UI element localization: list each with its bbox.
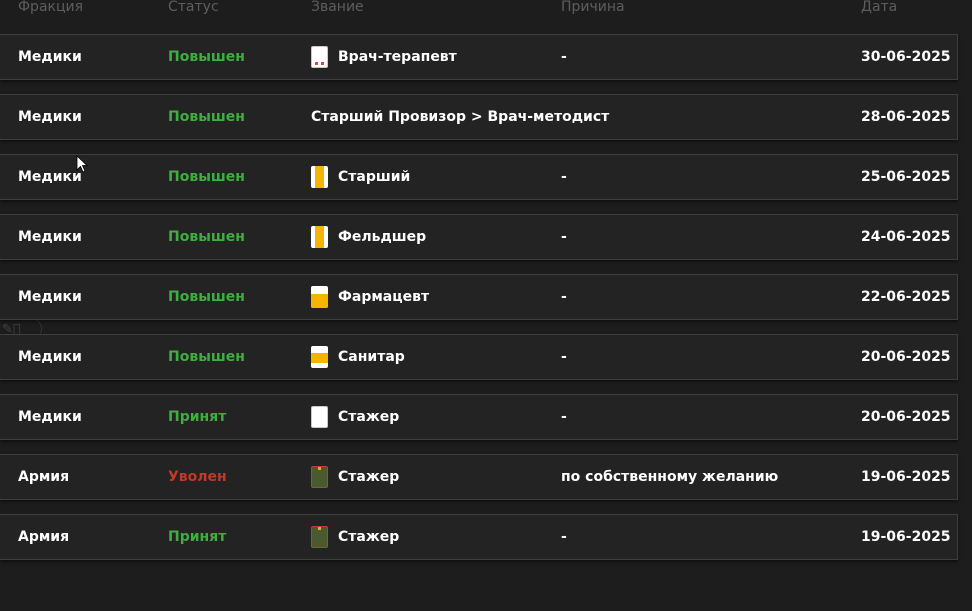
rank-badge-icon bbox=[311, 286, 328, 308]
date-cell: 22-06-2025 bbox=[861, 289, 951, 305]
rank-label: Стажер bbox=[338, 469, 400, 485]
faction-cell: Медики bbox=[18, 49, 82, 65]
rank-label: Врач-терапевт bbox=[338, 49, 457, 65]
rank-cell: Стажер bbox=[311, 395, 399, 439]
rank-label: Старший bbox=[338, 169, 411, 185]
date-cell: 20-06-2025 bbox=[861, 409, 951, 425]
rank-cell: Стажер bbox=[311, 515, 399, 559]
rank-badge-icon bbox=[311, 466, 328, 488]
date-cell: 19-06-2025 bbox=[861, 529, 951, 545]
rank-badge-icon bbox=[311, 46, 328, 68]
date-cell: 19-06-2025 bbox=[861, 469, 951, 485]
status-cell: Повышен bbox=[168, 349, 245, 365]
history-page: Фракция Статус Звание Причина Дата ✎⃠ Ме… bbox=[0, 0, 972, 611]
status-cell: Принят bbox=[168, 409, 227, 425]
header-status: Статус bbox=[168, 0, 219, 15]
rank-label: Фельдшер bbox=[338, 229, 427, 245]
date-cell: 25-06-2025 bbox=[861, 169, 951, 185]
faction-cell: Медики bbox=[18, 289, 82, 305]
reason-cell: - bbox=[561, 349, 567, 365]
status-cell: Повышен bbox=[168, 109, 245, 125]
rank-label: Стажер bbox=[338, 409, 400, 425]
rank-cell: Старший bbox=[311, 155, 410, 199]
table-row: Медики Повышен Врач-терапевт - 30-06-202… bbox=[0, 34, 958, 80]
mouse-cursor-icon bbox=[76, 155, 89, 173]
reason-cell: - bbox=[561, 409, 567, 425]
table-row: Медики Принят Стажер - 20-06-2025 bbox=[0, 394, 958, 440]
reason-cell: - bbox=[561, 229, 567, 245]
header-rank: Звание bbox=[311, 0, 364, 15]
faction-cell: Армия bbox=[18, 469, 70, 485]
rank-label: Санитар bbox=[338, 349, 405, 365]
table-row: Армия Уволен Стажер по собственному жела… bbox=[0, 454, 958, 500]
date-cell: 24-06-2025 bbox=[861, 229, 951, 245]
status-cell: Повышен bbox=[168, 229, 245, 245]
rank-cell: Старший Провизор > Врач-методист bbox=[311, 109, 610, 125]
rank-badge-icon bbox=[311, 226, 328, 248]
faction-cell: Медики bbox=[18, 169, 82, 185]
reason-cell: по собственному желанию bbox=[561, 469, 779, 485]
rank-badge-icon bbox=[311, 406, 328, 428]
history-table: Медики Повышен Врач-терапевт - 30-06-202… bbox=[0, 34, 958, 574]
rank-badge-icon bbox=[311, 346, 328, 368]
reason-cell: - bbox=[561, 169, 567, 185]
table-row: Медики Повышен Старший - 25-06-2025 bbox=[0, 154, 958, 200]
date-cell: 30-06-2025 bbox=[861, 49, 951, 65]
rank-badge-icon bbox=[311, 166, 328, 188]
table-row: Армия Принят Стажер - 19-06-2025 bbox=[0, 514, 958, 560]
header-date: Дата bbox=[861, 0, 898, 15]
rank-cell: Фельдшер bbox=[311, 215, 426, 259]
status-cell: Уволен bbox=[168, 469, 227, 485]
table-row: Медики Повышен Фармацевт - 22-06-2025 bbox=[0, 274, 958, 320]
rank-label: Стажер bbox=[338, 529, 400, 545]
rank-cell: Врач-терапевт bbox=[311, 35, 457, 79]
rank-cell: Стажер bbox=[311, 455, 399, 499]
faction-cell: Медики bbox=[18, 229, 82, 245]
faction-cell: Медики bbox=[18, 109, 82, 125]
reason-cell: - bbox=[561, 49, 567, 65]
rank-badge-icon bbox=[311, 526, 328, 548]
faction-cell: Армия bbox=[18, 529, 70, 545]
date-cell: 28-06-2025 bbox=[861, 109, 951, 125]
table-row: Медики Повышен Санитар - 20-06-2025 bbox=[0, 334, 958, 380]
table-row: Медики Повышен Старший Провизор > Врач-м… bbox=[0, 94, 958, 140]
status-cell: Повышен bbox=[168, 289, 245, 305]
status-cell: Повышен bbox=[168, 49, 245, 65]
faction-cell: Медики bbox=[18, 349, 82, 365]
date-cell: 20-06-2025 bbox=[861, 349, 951, 365]
header-reason: Причина bbox=[561, 0, 625, 15]
table-header: Фракция Статус Звание Причина Дата bbox=[0, 0, 972, 16]
faction-cell: Медики bbox=[18, 409, 82, 425]
reason-cell: - bbox=[561, 289, 567, 305]
status-cell: Принят bbox=[168, 529, 227, 545]
reason-cell: - bbox=[561, 529, 567, 545]
rank-label: Фармацевт bbox=[338, 289, 430, 305]
table-row: Медики Повышен Фельдшер - 24-06-2025 bbox=[0, 214, 958, 260]
header-faction: Фракция bbox=[18, 0, 84, 15]
status-cell: Повышен bbox=[168, 169, 245, 185]
rank-cell: Фармацевт bbox=[311, 275, 429, 319]
rank-cell: Санитар bbox=[311, 335, 405, 379]
